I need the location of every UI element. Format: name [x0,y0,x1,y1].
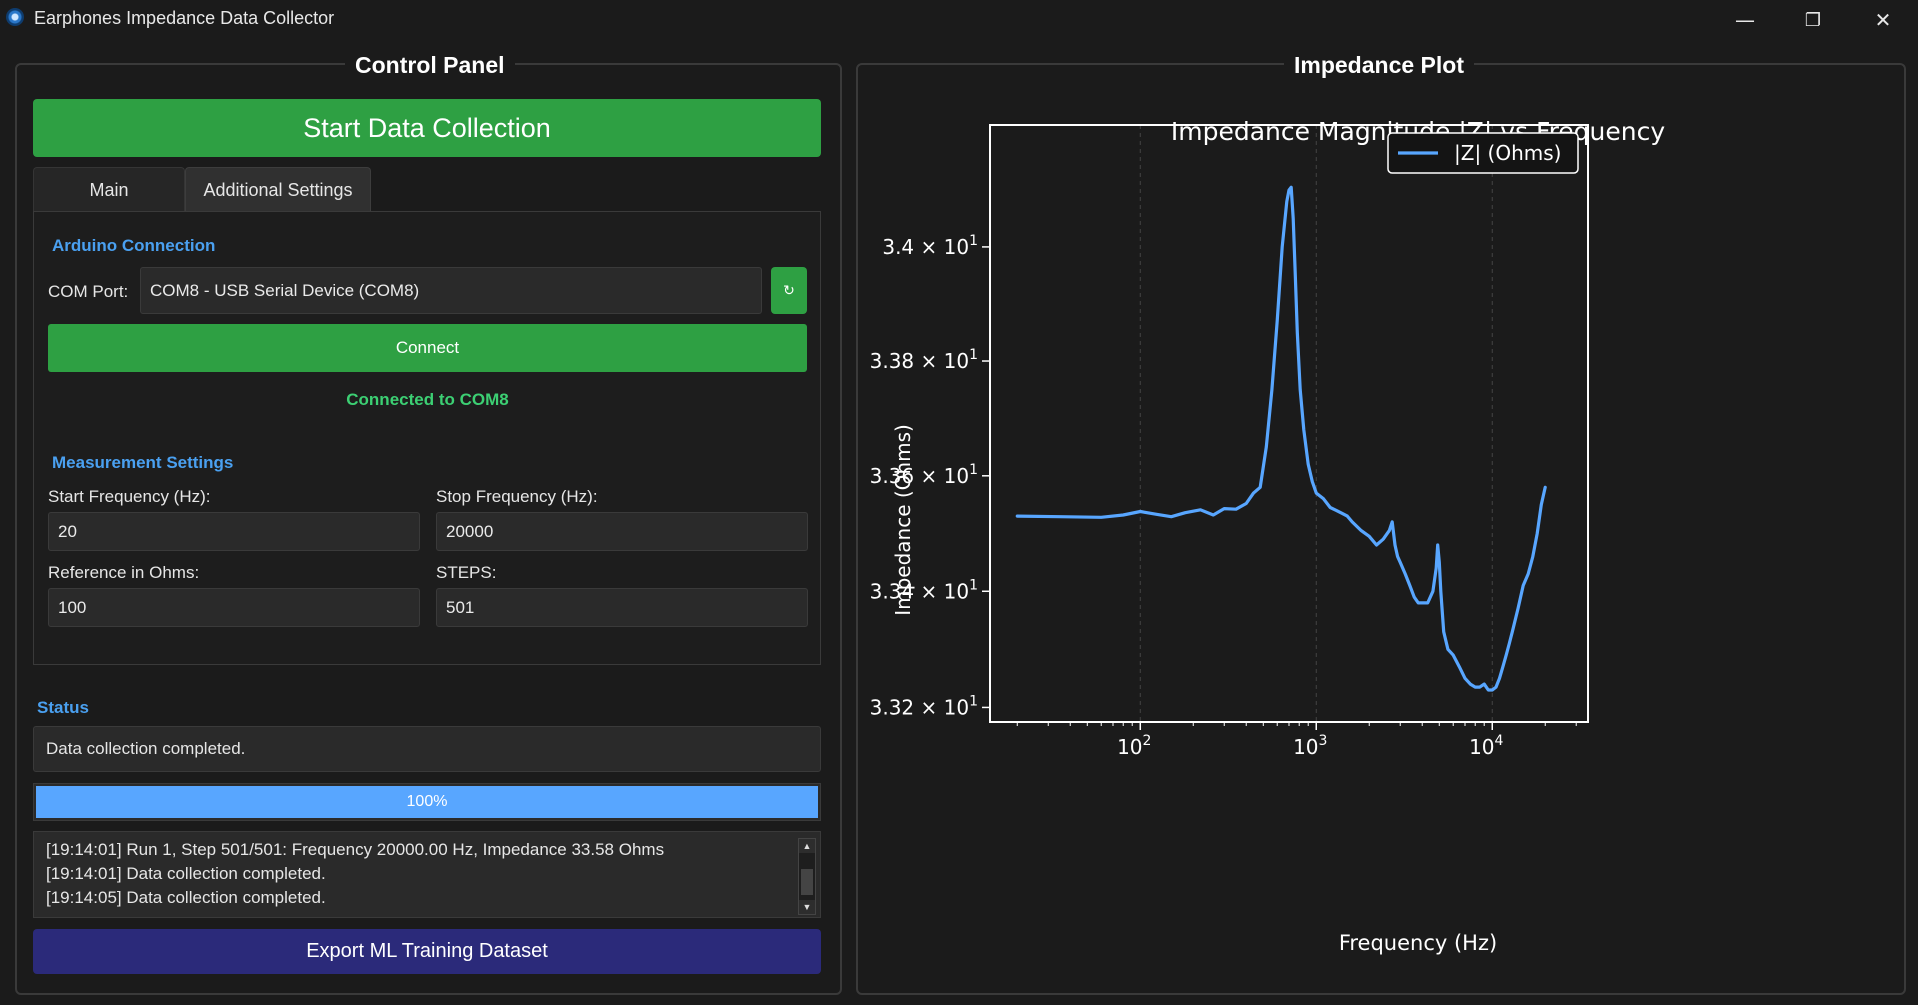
x-axis-label: Frequency (Hz) [1339,931,1497,955]
com-port-select[interactable]: COM8 - USB Serial Device (COM8) [140,267,762,314]
start-collection-button[interactable]: Start Data Collection [33,99,821,157]
y-tick-label: 3.32 × 101 [870,693,978,719]
start-frequency-input[interactable]: 20 [48,512,420,551]
maximize-button[interactable]: ❐ [1778,0,1848,40]
com-port-label: COM Port: [48,282,129,301]
steps-input[interactable]: 501 [436,588,808,627]
plot-panel-title: Impedance Plot [1284,52,1474,79]
series-line [1015,185,1547,692]
window-title: Earphones Impedance Data Collector [34,8,335,28]
tab-additional-settings[interactable]: Additional Settings [185,167,371,212]
close-button[interactable]: ✕ [1848,0,1918,40]
stop-frequency-label: Stop Frequency (Hz): [436,487,598,506]
connect-button[interactable]: Connect [48,324,807,372]
measurement-heading: Measurement Settings [52,453,234,472]
scroll-thumb[interactable] [801,869,813,895]
log-line: [19:14:01] Run 1, Step 501/501: Frequenc… [46,840,665,859]
y-tick-label: 3.36 × 101 [870,462,978,488]
y-tick-label: 3.38 × 101 [870,347,978,373]
steps-label: STEPS: [436,563,497,582]
x-tick-label: 102 [1117,733,1151,759]
status-message: Data collection completed. [33,726,821,772]
stop-frequency-input[interactable]: 20000 [436,512,808,551]
x-tick-label: 104 [1469,733,1503,759]
tab-main[interactable]: Main [33,167,185,212]
minimize-button[interactable]: — [1710,0,1780,40]
reference-ohms-label: Reference in Ohms: [48,563,200,582]
legend: |Z| (Ohms) [1387,132,1579,174]
log-line: [19:14:01] Data collection completed. [46,864,326,883]
title-bar: Earphones Impedance Data Collector — ❐ ✕ [0,0,1918,40]
impedance-chart: Impedance Magnitude |Z| vs Frequency Imp… [870,117,1665,955]
scroll-down-icon[interactable]: ▼ [799,900,815,914]
app-icon [6,8,24,26]
refresh-icon: ↻ [783,282,795,298]
log-scrollbar[interactable]: ▲ ▼ [798,838,816,915]
log-output[interactable]: [19:14:01] Run 1, Step 501/501: Frequenc… [33,831,821,918]
control-panel-title: Control Panel [345,52,515,79]
export-dataset-button[interactable]: Export ML Training Dataset [33,929,821,974]
refresh-ports-button[interactable]: ↻ [771,267,807,314]
start-frequency-label: Start Frequency (Hz): [48,487,211,506]
scroll-up-icon[interactable]: ▲ [799,839,815,853]
y-tick-label: 3.34 × 101 [870,577,978,603]
log-line: [19:14:05] Data collection completed. [46,888,326,907]
reference-ohms-input[interactable]: 100 [48,588,420,627]
arduino-heading: Arduino Connection [52,236,216,255]
status-heading: Status [37,698,89,717]
progress-bar: 100% [33,783,821,821]
y-tick-label: 3.4 × 101 [882,233,978,259]
connection-status: Connected to COM8 [346,390,509,409]
x-tick-label: 103 [1293,733,1327,759]
progress-text: 100% [406,793,448,810]
plot-area [989,124,1589,723]
legend-label: |Z| (Ohms) [1454,141,1561,165]
